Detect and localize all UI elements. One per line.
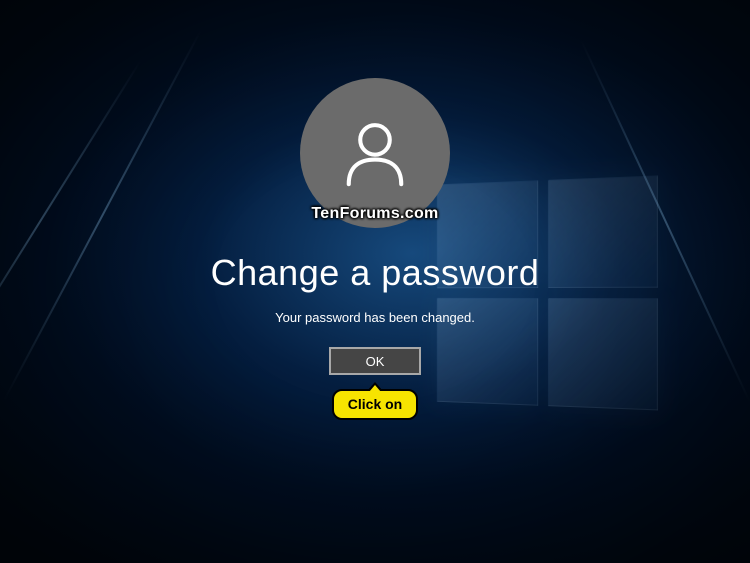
user-avatar: TenForums.com (300, 78, 450, 228)
status-message: Your password has been changed. (275, 310, 475, 325)
instruction-callout: Click on (332, 389, 418, 420)
page-title: Change a password (211, 252, 540, 294)
ok-button[interactable]: OK (329, 347, 421, 375)
ok-button-label: OK (366, 354, 385, 369)
user-icon (334, 112, 416, 194)
callout-label: Click on (348, 396, 402, 412)
change-password-panel: TenForums.com Change a password Your pas… (0, 0, 750, 563)
watermark-text: TenForums.com (311, 205, 438, 223)
